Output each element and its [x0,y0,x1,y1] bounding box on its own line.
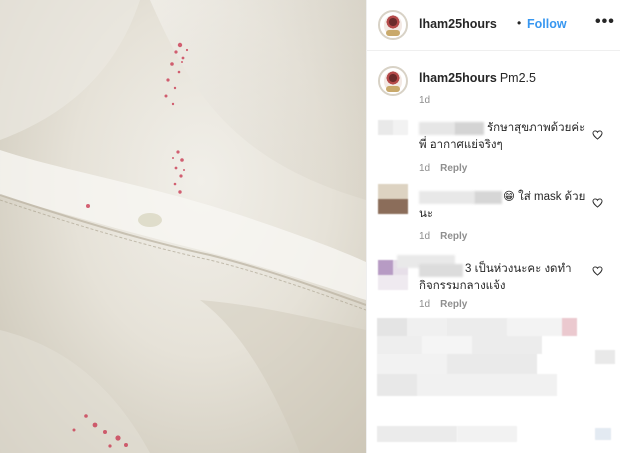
comment-text: 3 เป็นห่วงนะคะ งดทำกิจกรรมกลางแจ้ง [419,263,572,292]
more-options-icon[interactable]: ••• [595,13,615,31]
comment-time[interactable]: 1d [419,163,430,174]
comment-text: รักษาสุขภาพด้วยค่ะพี่ อากาศแย่จริงๆ [419,122,586,151]
blurred-heart-icon [595,428,611,440]
blurred-comment-block [457,426,517,442]
separator-dot: • [517,16,522,30]
caption: lham25hours Pm2.5 1d [367,52,620,116]
like-heart-icon[interactable] [592,130,603,140]
photo-fabric-illustration [0,0,366,453]
like-heart-icon[interactable] [592,266,603,276]
comment-meta: 1d Reply [419,163,467,174]
comment-item: รักษาสุขภาพด้วยค่ะพี่ อากาศแย่จริงๆ 1d Re… [367,116,620,184]
post-photo[interactable] [0,0,366,453]
comment-meta: 1d Reply [419,231,467,242]
blurred-comment-block [377,318,577,398]
like-heart-icon[interactable] [592,198,603,208]
blurred-comment-block [377,426,457,442]
caption-text: Pm2.5 [499,71,536,85]
blurred-heart-icon [595,350,615,364]
post-side-panel: lham25hours • Follow ••• lham25hours Pm2.… [366,0,620,453]
caption-line: lham25hours Pm2.5 [419,71,536,85]
caption-username[interactable]: lham25hours [419,71,497,85]
reply-button[interactable]: Reply [440,231,467,242]
follow-button[interactable]: Follow [527,17,567,31]
caption-avatar[interactable] [378,66,408,96]
comment-time[interactable]: 1d [419,231,430,242]
header-username[interactable]: lham25hours [419,17,497,31]
reply-button[interactable]: Reply [440,163,467,174]
comment-text: 😁 ใส่ mask ด้วยนะ [419,191,586,220]
blurred-avatar[interactable] [378,184,408,214]
blurred-avatar[interactable] [378,120,408,150]
reply-button[interactable]: Reply [440,299,467,310]
avatar[interactable] [378,10,408,40]
post-header: lham25hours • Follow ••• [367,0,620,51]
comment-meta: 1d Reply [419,299,467,310]
comment-time[interactable]: 1d [419,299,430,310]
comment-item: 3 เป็นห่วงนะคะ งดทำกิจกรรมกลางแจ้ง 1d Rep… [367,252,620,316]
caption-time[interactable]: 1d [419,95,430,106]
comment-item: 😁 ใส่ mask ด้วยนะ 1d Reply [367,184,620,252]
